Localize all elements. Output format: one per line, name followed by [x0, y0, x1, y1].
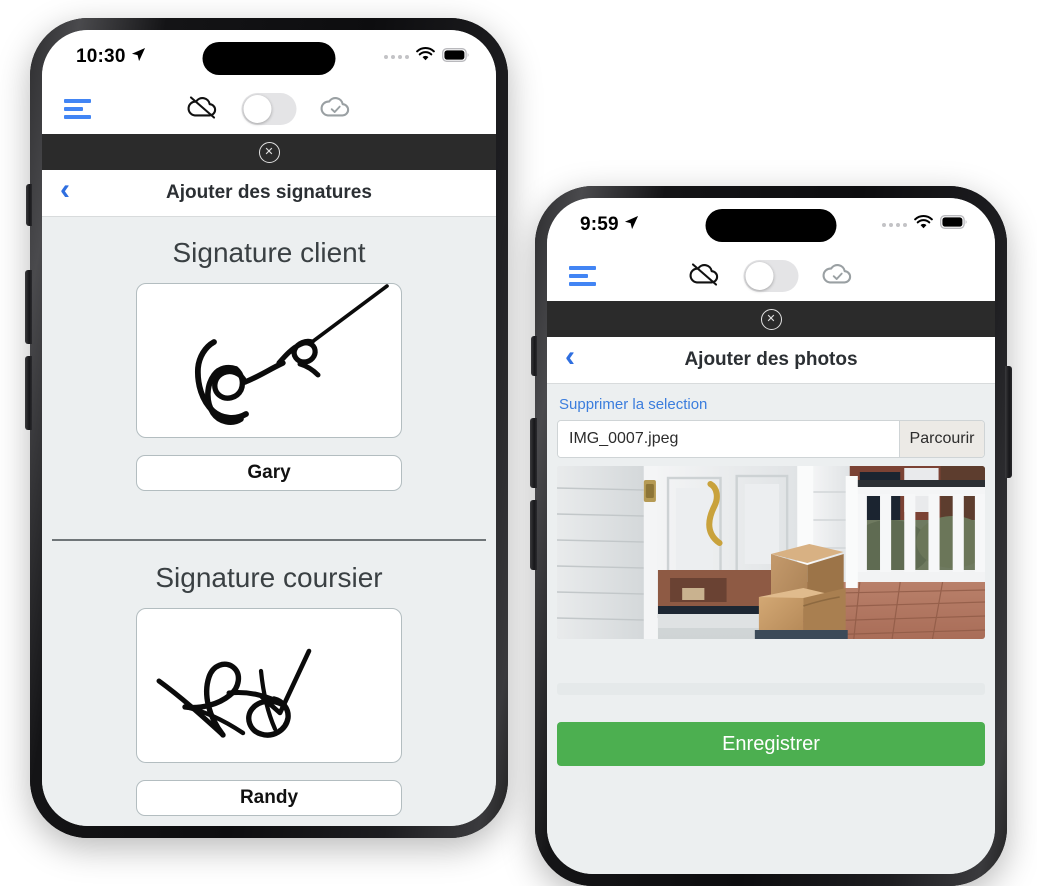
left-sync-controls — [186, 84, 353, 134]
phone-left-screen: 10:30 ✕ ‹ Ajouter des signatures Signatu… — [42, 30, 496, 826]
cloud-check-icon[interactable] — [821, 261, 855, 292]
phone-right-device: 9:59 ✕ ‹ Ajouter des photos Supprimer la… — [530, 186, 1012, 886]
chevron-left-icon[interactable]: ‹ — [60, 175, 70, 205]
phone-right-inner-bezel: 9:59 ✕ ‹ Ajouter des photos Supprimer la… — [547, 198, 995, 874]
hamburger-menu-icon[interactable] — [569, 251, 599, 301]
secondary-file-slot[interactable] — [557, 683, 985, 695]
phone-right-silent-switch[interactable] — [531, 336, 537, 376]
save-button[interactable]: Enregistrer — [557, 722, 985, 766]
selected-file-name: IMG_0007.jpeg — [558, 421, 899, 457]
right-status-icons — [882, 198, 968, 251]
signature-courier-heading: Signature coursier — [155, 562, 383, 593]
battery-full-icon — [442, 47, 470, 67]
signal-dots-icon — [384, 55, 409, 59]
browse-button[interactable]: Parcourir — [899, 421, 984, 457]
phone-left-volume-up-button[interactable] — [25, 270, 32, 344]
cloud-offline-icon[interactable] — [186, 94, 220, 125]
left-status-time: 10:30 — [76, 46, 126, 67]
battery-full-icon — [940, 215, 968, 234]
front-door-with-cardboard-parcels-photo — [557, 466, 985, 639]
right-status-time-group: 9:59 — [580, 198, 639, 251]
clear-selection-link[interactable]: Supprimer la selection — [547, 394, 995, 420]
chevron-left-icon[interactable]: ‹ — [565, 342, 575, 372]
left-app-toolbar — [42, 84, 496, 134]
file-picker-row[interactable]: IMG_0007.jpeg Parcourir — [557, 420, 985, 458]
signature-courier-name: Randy — [239, 787, 299, 808]
signature-section-courier: Signature coursier Randy — [42, 541, 496, 816]
cloud-check-icon[interactable] — [319, 94, 353, 125]
phone-left-device: 10:30 ✕ ‹ Ajouter des signatures Signatu… — [25, 18, 508, 838]
signature-courier-name-field[interactable]: Randy — [136, 780, 402, 816]
left-page-title: Ajouter des signatures — [166, 182, 372, 203]
left-modal-black-bar: ✕ — [42, 134, 496, 170]
phone-left-inner-bezel: 10:30 ✕ ‹ Ajouter des signatures Signatu… — [42, 30, 496, 826]
left-status-time-group: 10:30 — [76, 30, 146, 84]
location-arrow-icon — [624, 214, 639, 236]
right-status-time: 9:59 — [580, 213, 619, 235]
right-sync-controls — [688, 251, 855, 301]
handwritten-signature-gary-ink — [195, 284, 389, 425]
phone-left-volume-down-button[interactable] — [25, 356, 32, 430]
sync-toggle-switch[interactable] — [743, 260, 799, 292]
sync-toggle-knob — [243, 95, 272, 123]
phone-right-screen: 9:59 ✕ ‹ Ajouter des photos Supprimer la… — [547, 198, 995, 874]
right-content-area: Supprimer la selection IMG_0007.jpeg Par… — [547, 384, 995, 874]
left-nav-bar: ‹ Ajouter des signatures — [42, 170, 496, 217]
cloud-offline-icon[interactable] — [688, 261, 722, 292]
scene-root: 10:30 ✕ ‹ Ajouter des signatures Signatu… — [0, 0, 1037, 886]
left-content-area: Signature client Gary Signature coursier… — [42, 217, 496, 826]
sync-toggle-knob — [745, 262, 774, 290]
save-button-label: Enregistrer — [722, 732, 820, 755]
phone-right-volume-up-button[interactable] — [530, 418, 537, 488]
signature-client-heading: Signature client — [172, 237, 366, 268]
right-app-toolbar — [547, 251, 995, 301]
sync-toggle-switch[interactable] — [241, 93, 297, 125]
signature-section-client: Signature client Gary — [42, 217, 496, 491]
close-circle-icon[interactable]: ✕ — [760, 308, 782, 330]
right-modal-black-bar: ✕ — [547, 301, 995, 337]
right-dynamic-island — [705, 209, 837, 242]
left-status-bar: 10:30 — [42, 30, 496, 84]
signature-client-name: Gary — [247, 462, 291, 483]
wifi-icon — [914, 214, 933, 235]
location-arrow-icon — [131, 46, 146, 68]
right-nav-bar: ‹ Ajouter des photos — [547, 337, 995, 384]
signature-courier-canvas[interactable] — [136, 608, 402, 763]
phone-right-volume-down-button[interactable] — [530, 500, 537, 570]
left-status-icons — [384, 30, 470, 84]
left-dynamic-island — [202, 42, 336, 75]
photo-preview[interactable] — [557, 466, 985, 639]
signature-client-canvas[interactable] — [136, 283, 402, 438]
phone-right-power-button[interactable] — [1005, 366, 1012, 478]
wifi-icon — [416, 47, 435, 67]
phone-left-silent-switch[interactable] — [26, 184, 32, 226]
signal-dots-icon — [882, 222, 907, 227]
right-status-bar: 9:59 — [547, 198, 995, 251]
signature-client-name-field[interactable]: Gary — [136, 455, 402, 491]
right-page-title: Ajouter des photos — [684, 349, 858, 370]
handwritten-signature-randy-ink — [156, 648, 312, 738]
hamburger-menu-icon[interactable] — [64, 84, 94, 134]
close-circle-icon[interactable]: ✕ — [258, 141, 280, 163]
